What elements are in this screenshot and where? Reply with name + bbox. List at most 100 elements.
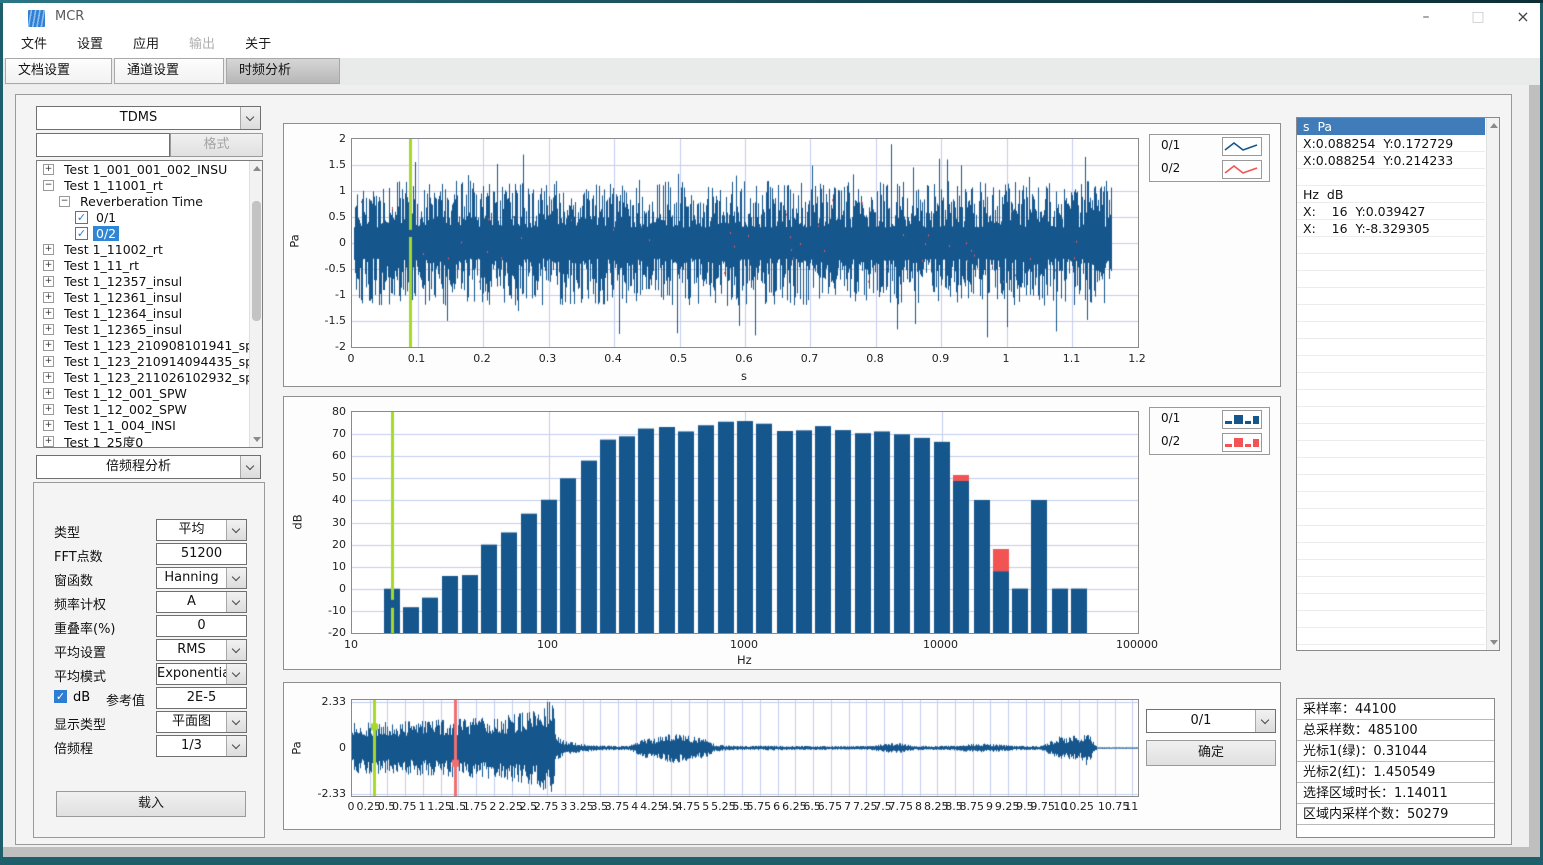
menu-item-文件[interactable]: 文件 bbox=[9, 31, 59, 58]
tree-item[interactable]: ✓0/2 bbox=[37, 225, 262, 241]
readout-row[interactable] bbox=[1297, 288, 1485, 305]
chevron-down-icon[interactable] bbox=[240, 107, 260, 129]
scroll-down-icon[interactable] bbox=[1490, 640, 1498, 645]
waveform-canvas[interactable] bbox=[351, 138, 1139, 348]
tree-item[interactable]: +Test 1_123_210908101941_spw bbox=[37, 337, 262, 353]
expand-icon[interactable]: + bbox=[43, 308, 54, 319]
confirm-button[interactable]: 确定 bbox=[1146, 740, 1276, 766]
expand-icon[interactable]: + bbox=[43, 340, 54, 351]
readout-row[interactable] bbox=[1297, 611, 1485, 628]
readout-row[interactable] bbox=[1297, 577, 1485, 594]
tab-文档设置[interactable]: 文档设置 bbox=[5, 58, 112, 84]
collapse-icon[interactable]: − bbox=[43, 180, 54, 191]
readout-row[interactable] bbox=[1297, 458, 1485, 475]
readout-row[interactable] bbox=[1297, 407, 1485, 424]
expand-icon[interactable]: + bbox=[43, 436, 54, 447]
db-checkbox[interactable]: ✓ bbox=[54, 690, 67, 703]
readout-row[interactable] bbox=[1297, 356, 1485, 373]
legend-bar-icon[interactable] bbox=[1222, 410, 1262, 429]
menu-item-关于[interactable]: 关于 bbox=[233, 31, 283, 58]
expand-icon[interactable]: + bbox=[43, 324, 54, 335]
form-select-9[interactable]: 1/3 bbox=[156, 735, 247, 757]
tree-item[interactable]: +Test 1_11_rt bbox=[37, 257, 262, 273]
readout-row[interactable] bbox=[1297, 322, 1485, 339]
overview-canvas[interactable] bbox=[351, 699, 1139, 797]
chevron-down-icon[interactable] bbox=[226, 640, 246, 660]
readout-row[interactable]: Hz dB bbox=[1297, 186, 1485, 203]
legend-line-icon[interactable] bbox=[1222, 137, 1262, 156]
tree-item[interactable]: +Test 1_12_001_SPW bbox=[37, 385, 262, 401]
expand-icon[interactable]: + bbox=[43, 372, 54, 383]
tree-scrollbar[interactable] bbox=[249, 161, 262, 447]
chevron-down-icon[interactable] bbox=[226, 592, 246, 612]
chevron-down-icon[interactable] bbox=[1255, 710, 1275, 732]
chevron-down-icon[interactable] bbox=[226, 520, 246, 540]
tree-item[interactable]: +Test 1_12364_insul bbox=[37, 305, 262, 321]
form-select-5[interactable]: RMS bbox=[156, 639, 247, 661]
tree-item[interactable]: +Test 1_12357_insul bbox=[37, 273, 262, 289]
readout-row[interactable] bbox=[1297, 543, 1485, 560]
chevron-down-icon[interactable] bbox=[226, 712, 246, 732]
readout-row[interactable]: X:0.088254 Y:0.172729 bbox=[1297, 135, 1485, 152]
form-input-1[interactable]: 51200 bbox=[156, 543, 247, 565]
form-input-4[interactable]: 0 bbox=[156, 615, 247, 637]
readout-row[interactable] bbox=[1297, 424, 1485, 441]
readout-row[interactable] bbox=[1297, 254, 1485, 271]
form-select-6[interactable]: Exponential bbox=[156, 663, 247, 685]
expand-icon[interactable]: + bbox=[43, 420, 54, 431]
tree-item[interactable]: +Test 1_12361_insul bbox=[37, 289, 262, 305]
readout-row[interactable] bbox=[1297, 526, 1485, 543]
tree-item[interactable]: ✓0/1 bbox=[37, 209, 262, 225]
readout-row[interactable] bbox=[1297, 509, 1485, 526]
collapse-icon[interactable]: − bbox=[59, 196, 70, 207]
analysis-type-select[interactable]: 倍频程分析 bbox=[36, 455, 261, 479]
tree-checkbox[interactable]: ✓ bbox=[75, 227, 88, 240]
legend-bar-icon[interactable] bbox=[1222, 433, 1262, 452]
close-button[interactable]: × bbox=[1505, 3, 1541, 31]
readout-row[interactable] bbox=[1297, 441, 1485, 458]
readout-row[interactable] bbox=[1297, 305, 1485, 322]
list-scrollbar[interactable] bbox=[1486, 118, 1499, 650]
file-format-select[interactable]: TDMS bbox=[36, 106, 261, 130]
expand-icon[interactable]: + bbox=[43, 404, 54, 415]
readout-row[interactable]: X: 16 Y:0.039427 bbox=[1297, 203, 1485, 220]
load-button[interactable]: 载入 bbox=[56, 791, 246, 817]
tree-item[interactable]: +Test 1_123_211026102932_spw bbox=[37, 369, 262, 385]
readout-row[interactable]: s Pa bbox=[1297, 118, 1485, 135]
scrollbar-thumb[interactable] bbox=[252, 201, 261, 321]
tree-item[interactable]: −Reverberation Time bbox=[37, 193, 262, 209]
tree-item[interactable]: +Test 1_12365_insul bbox=[37, 321, 262, 337]
tree-item[interactable]: +Test 1_12_002_SPW bbox=[37, 401, 262, 417]
readout-row[interactable] bbox=[1297, 339, 1485, 356]
format-button[interactable]: 格式 bbox=[170, 133, 263, 157]
tree-item[interactable]: +Test 1_001_001_002_INSU bbox=[37, 161, 262, 177]
form-select-2[interactable]: Hanning bbox=[156, 567, 247, 589]
tree-checkbox[interactable]: ✓ bbox=[75, 211, 88, 224]
expand-icon[interactable]: + bbox=[43, 244, 54, 255]
expand-icon[interactable]: + bbox=[43, 276, 54, 287]
form-input-7[interactable]: 2E-5 bbox=[156, 687, 247, 709]
legend-line-icon[interactable] bbox=[1222, 160, 1262, 179]
scroll-up-icon[interactable] bbox=[253, 166, 261, 171]
readout-row[interactable] bbox=[1297, 594, 1485, 611]
tree-item[interactable]: +Test 1_123_210914094435_spw bbox=[37, 353, 262, 369]
expand-icon[interactable]: + bbox=[43, 260, 54, 271]
readout-row[interactable]: X: 16 Y:-8.329305 bbox=[1297, 220, 1485, 237]
tab-通道设置[interactable]: 通道设置 bbox=[114, 58, 224, 84]
readout-row[interactable] bbox=[1297, 475, 1485, 492]
menu-item-输出[interactable]: 输出 bbox=[177, 31, 227, 58]
chevron-down-icon[interactable] bbox=[226, 736, 246, 756]
tree-item[interactable]: +Test 1_11002_rt bbox=[37, 241, 262, 257]
scroll-down-icon[interactable] bbox=[253, 437, 261, 442]
tab-时频分析[interactable]: 时频分析 bbox=[226, 58, 340, 84]
form-select-0[interactable]: 平均 bbox=[156, 519, 247, 541]
readout-row[interactable] bbox=[1297, 390, 1485, 407]
expand-icon[interactable]: + bbox=[43, 164, 54, 175]
channel-select[interactable]: 0/1 bbox=[1146, 709, 1276, 733]
spectrum-canvas[interactable] bbox=[351, 411, 1139, 634]
readout-row[interactable] bbox=[1297, 492, 1485, 509]
chevron-down-icon[interactable] bbox=[240, 456, 260, 478]
readout-row[interactable] bbox=[1297, 169, 1485, 186]
readout-row[interactable] bbox=[1297, 237, 1485, 254]
form-select-8[interactable]: 平面图 bbox=[156, 711, 247, 733]
